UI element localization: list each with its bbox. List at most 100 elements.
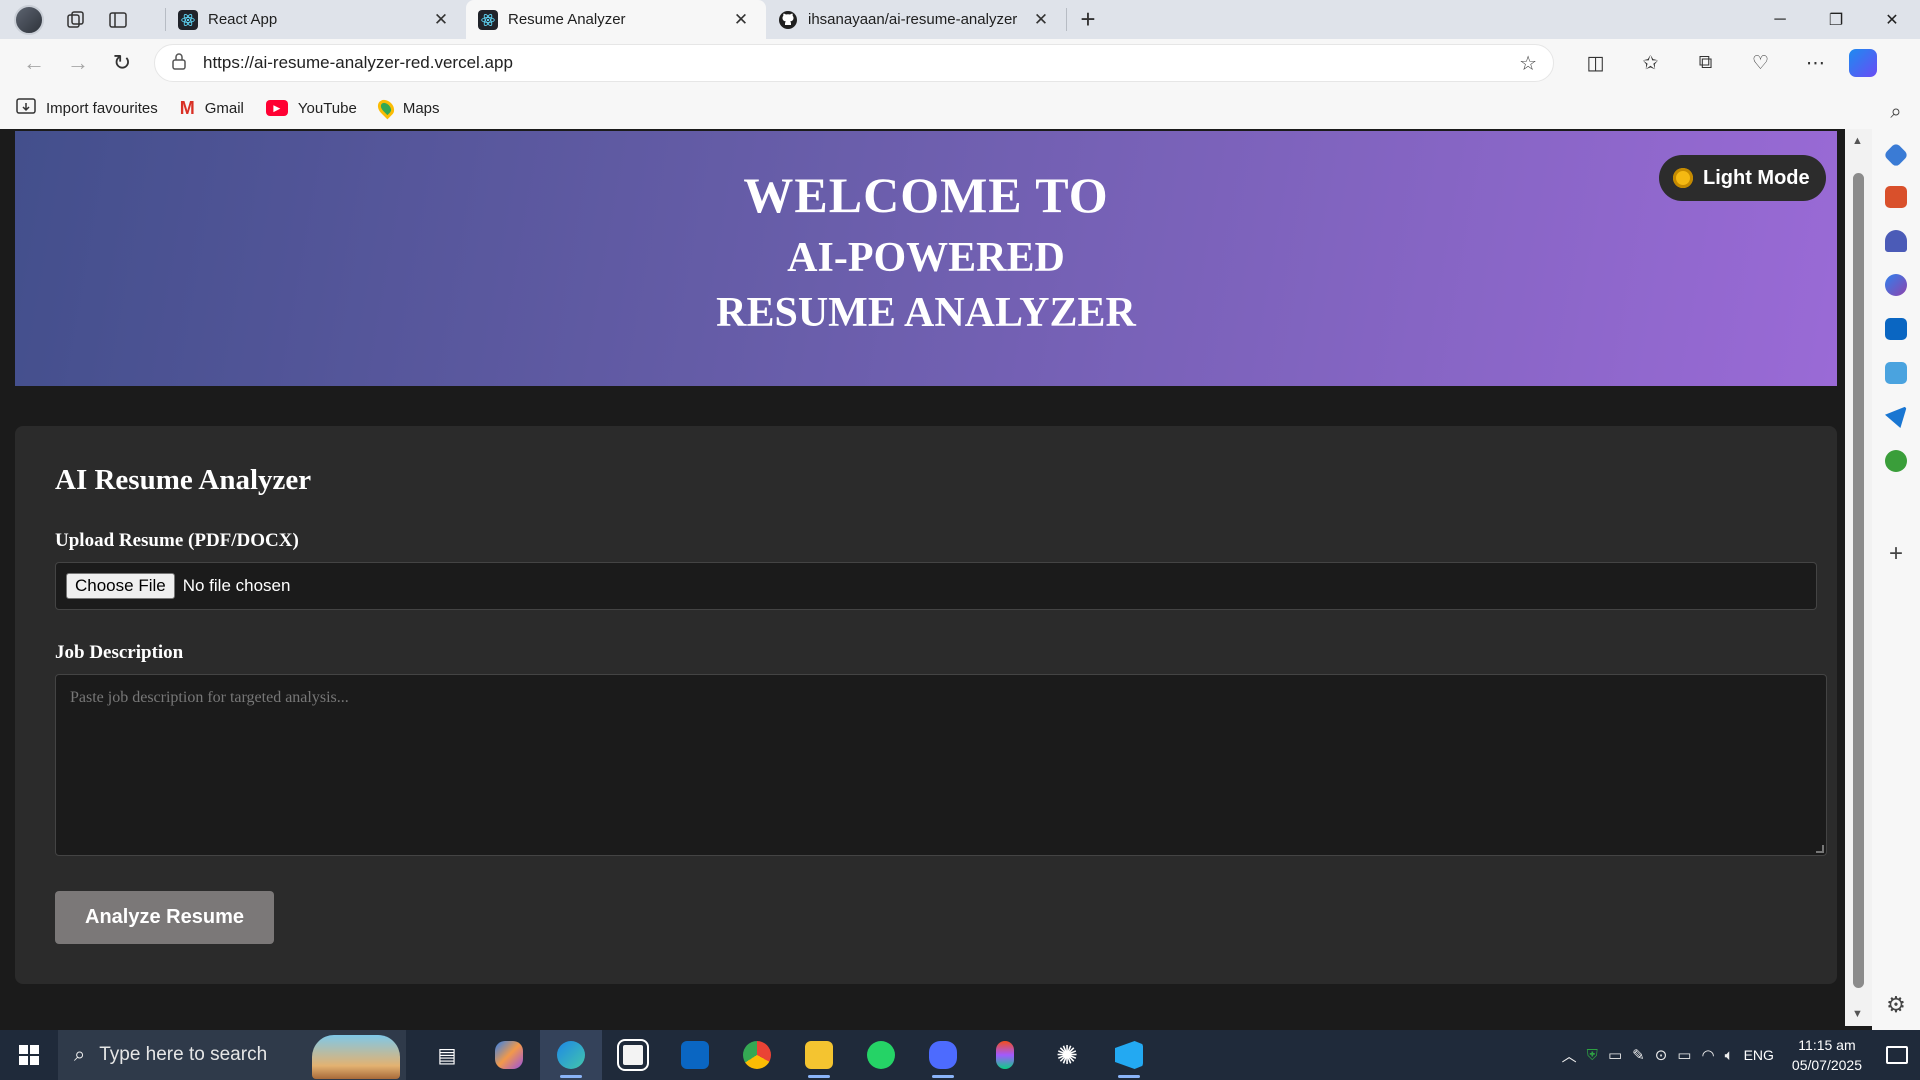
whatsapp-app-icon[interactable] — [850, 1030, 912, 1080]
choose-file-button[interactable]: Choose File — [66, 573, 175, 599]
tree-icon[interactable] — [1885, 450, 1907, 472]
browser-essentials-icon[interactable]: ♡ — [1733, 52, 1788, 75]
favourite-youtube[interactable]: ▶ YouTube — [265, 99, 357, 117]
scroll-up-arrow-icon[interactable]: ▲ — [1852, 135, 1863, 147]
gmail-icon: M — [179, 97, 195, 118]
window-controls: ─ ❐ ✕ — [1752, 0, 1920, 39]
job-description-textarea[interactable]: Paste job description for targeted analy… — [55, 674, 1827, 856]
forward-arrow-icon[interactable]: → — [56, 43, 100, 83]
browser-tab-bar: React App ✕ Resume Analyzer ✕ ihsanayaan… — [0, 0, 1920, 39]
camera-icon[interactable]: ⊙ — [1655, 1046, 1668, 1064]
show-hidden-icons-icon[interactable]: ︿ — [1562, 1045, 1577, 1066]
refresh-icon[interactable]: ↻ — [100, 43, 144, 83]
favourite-maps[interactable]: Maps — [374, 96, 440, 120]
games-icon[interactable] — [1885, 230, 1907, 252]
favourite-label: YouTube — [297, 99, 357, 117]
hero-title-line-2: AI-POWERED — [787, 235, 1065, 281]
workspaces-icon[interactable] — [66, 10, 86, 30]
url-field[interactable]: https://ai-resume-analyzer-red.vercel.ap… — [154, 44, 1554, 82]
security-shield-icon[interactable]: ⛨ — [1587, 1047, 1598, 1064]
hero-title-line-3: RESUME ANALYZER — [716, 290, 1136, 336]
chrome-app-icon[interactable] — [726, 1030, 788, 1080]
minimize-icon[interactable]: ─ — [1752, 0, 1808, 39]
more-options-icon[interactable]: ⋯ — [1788, 52, 1843, 75]
close-icon[interactable]: ✕ — [430, 10, 452, 30]
vscode-app-icon[interactable] — [1098, 1030, 1160, 1080]
taskbar-search-box[interactable]: ⌕ Type here to search — [58, 1030, 406, 1080]
favourite-label: Import favourites — [46, 99, 158, 117]
close-window-icon[interactable]: ✕ — [1864, 0, 1920, 39]
wifi-icon[interactable]: ◠ — [1701, 1046, 1714, 1064]
shopping-tag-icon[interactable] — [1883, 142, 1909, 168]
search-icon[interactable]: ⌕ — [1890, 101, 1901, 124]
system-tray: ︿ ⛨ ▭ ✎ ⊙ ▭ ◠ 🔈︎ ENG 11:15 am 05/07/2025 — [1562, 1035, 1920, 1075]
card-title: AI Resume Analyzer — [55, 464, 312, 496]
settings-gear-icon[interactable]: ⚙ — [1886, 992, 1906, 1018]
volume-icon[interactable]: 🔈︎ — [1725, 1047, 1734, 1064]
tab-react-app[interactable]: React App ✕ — [166, 0, 466, 39]
address-bar-row: ← → ↻ https://ai-resume-analyzer-red.ver… — [0, 39, 1920, 87]
clock[interactable]: 11:15 am 05/07/2025 — [1792, 1035, 1862, 1075]
display-icon[interactable]: ▭ — [1608, 1046, 1622, 1064]
pen-icon[interactable]: ✎ — [1632, 1046, 1645, 1064]
store-app-icon[interactable] — [602, 1030, 664, 1080]
tab-resume-analyzer[interactable]: Resume Analyzer ✕ — [466, 0, 766, 39]
task-view-icon[interactable]: ▤ — [416, 1030, 478, 1080]
deepseek-app-icon[interactable] — [912, 1030, 974, 1080]
clock-date: 05/07/2025 — [1791, 1057, 1862, 1073]
edge-sidebar: ⌕ + ⚙ — [1872, 87, 1920, 1030]
taskbar-apps: ▤ ✺ — [416, 1030, 1160, 1080]
copilot-icon[interactable] — [1849, 49, 1877, 77]
favourite-star-icon[interactable]: ☆ — [1519, 51, 1537, 76]
collections-icon[interactable]: ⧉ — [1678, 52, 1733, 75]
tab-actions-icon[interactable] — [108, 10, 128, 30]
outlook-icon[interactable] — [1885, 318, 1907, 340]
back-arrow-icon[interactable]: ← — [12, 43, 56, 83]
file-explorer-icon[interactable] — [788, 1030, 850, 1080]
close-icon[interactable]: ✕ — [730, 10, 752, 30]
favourites-bar: Import favourites M Gmail ▶ YouTube Maps — [0, 87, 1920, 129]
chatgpt-app-icon[interactable]: ✺ — [1036, 1030, 1098, 1080]
import-icon — [16, 97, 36, 119]
scroll-down-arrow-icon[interactable]: ▼ — [1852, 1008, 1863, 1020]
profile-avatar[interactable] — [14, 4, 44, 35]
favourite-gmail[interactable]: M Gmail — [180, 98, 244, 119]
copilot-sidebar-icon[interactable] — [1885, 274, 1907, 296]
react-icon — [478, 9, 498, 30]
edge-app-icon[interactable] — [540, 1030, 602, 1080]
hero-banner: WELCOME TO AI-POWERED RESUME ANALYZER Li… — [15, 131, 1837, 386]
drop-send-icon[interactable] — [1885, 406, 1907, 428]
analyze-resume-button[interactable]: Analyze Resume — [55, 891, 274, 944]
lock-icon[interactable] — [171, 52, 187, 75]
scrollbar-thumb[interactable] — [1853, 173, 1864, 988]
add-sidebar-item-icon[interactable]: + — [1889, 540, 1903, 568]
favourites-icon[interactable]: ✩ — [1623, 52, 1678, 75]
resume-file-input[interactable]: Choose File No file chosen — [55, 562, 1817, 610]
outlook-app-icon[interactable] — [664, 1030, 726, 1080]
mode-button-label: Light Mode — [1703, 166, 1810, 189]
designer-icon[interactable] — [1885, 362, 1907, 384]
resize-handle-icon[interactable] — [1816, 845, 1824, 853]
close-icon[interactable]: ✕ — [1030, 10, 1052, 30]
battery-icon[interactable]: ▭ — [1677, 1046, 1691, 1064]
figma-app-icon[interactable] — [974, 1030, 1036, 1080]
windows-logo-icon — [19, 1045, 39, 1065]
page-scrollbar[interactable]: ▲ ▼ — [1845, 129, 1872, 1026]
restore-icon[interactable]: ❐ — [1808, 0, 1864, 39]
new-tab-button[interactable]: + — [1067, 0, 1109, 39]
split-screen-icon[interactable]: ◫ — [1568, 52, 1623, 75]
search-highlight-image — [312, 1035, 400, 1079]
tools-briefcase-icon[interactable] — [1885, 186, 1907, 208]
favourite-label: Maps — [402, 99, 440, 117]
windows-taskbar: ⌕ Type here to search ▤ ✺ ︿ ⛨ ▭ ✎ ⊙ ▭ ◠ … — [0, 1030, 1920, 1080]
tab-github-repo[interactable]: ihsanayaan/ai-resume-analyzer ✕ — [766, 0, 1066, 39]
react-icon — [178, 9, 198, 30]
light-mode-toggle-button[interactable]: Light Mode — [1659, 155, 1826, 201]
language-indicator[interactable]: ENG — [1744, 1047, 1774, 1063]
notifications-icon[interactable] — [1886, 1046, 1908, 1064]
search-icon: ⌕ — [74, 1043, 86, 1066]
job-description-label: Job Description — [55, 642, 184, 663]
start-button[interactable] — [0, 1030, 58, 1080]
favourite-import[interactable]: Import favourites — [16, 97, 158, 119]
copilot-app-icon[interactable] — [478, 1030, 540, 1080]
